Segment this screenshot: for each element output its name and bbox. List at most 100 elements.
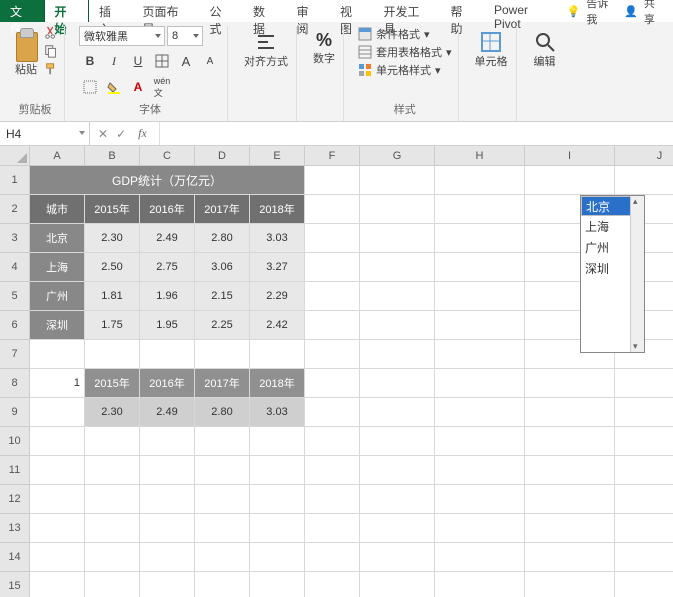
row-header[interactable]: 7: [0, 340, 30, 369]
cell[interactable]: 1.96: [140, 282, 195, 311]
cut-icon[interactable]: [44, 26, 58, 40]
cell[interactable]: [140, 485, 195, 514]
cell[interactable]: 2.29: [250, 282, 305, 311]
cell[interactable]: 2015年: [85, 369, 140, 398]
cell[interactable]: [435, 485, 525, 514]
tab-review[interactable]: 审阅: [287, 0, 331, 22]
paste-button[interactable]: 粘贴: [15, 64, 37, 77]
row-header[interactable]: 1: [0, 166, 30, 195]
cell[interactable]: 2.25: [195, 311, 250, 340]
cell[interactable]: [615, 485, 673, 514]
cell[interactable]: 深圳: [30, 311, 85, 340]
cell[interactable]: 2.75: [140, 253, 195, 282]
cell[interactable]: 2016年: [140, 195, 195, 224]
row-header[interactable]: 15: [0, 572, 30, 597]
cell[interactable]: [140, 572, 195, 597]
cell[interactable]: [30, 514, 85, 543]
cell[interactable]: [360, 572, 435, 597]
underline-button[interactable]: U: [127, 50, 149, 72]
row-header[interactable]: 10: [0, 427, 30, 456]
cell[interactable]: [435, 311, 525, 340]
tab-formulas[interactable]: 公式: [200, 0, 244, 22]
cell[interactable]: 2015年: [85, 195, 140, 224]
cell[interactable]: [435, 543, 525, 572]
column-header[interactable]: A: [30, 146, 85, 166]
tab-pivot[interactable]: Power Pivot: [484, 0, 567, 22]
cell[interactable]: [250, 543, 305, 572]
row-header[interactable]: 11: [0, 456, 30, 485]
cell[interactable]: [435, 195, 525, 224]
table-format-button[interactable]: 套用表格格式 ▾: [358, 44, 452, 60]
cell[interactable]: [140, 427, 195, 456]
cell[interactable]: [305, 456, 360, 485]
row-header[interactable]: 5: [0, 282, 30, 311]
row-headers[interactable]: 12345678910111213141516: [0, 166, 30, 597]
cell[interactable]: [250, 514, 305, 543]
tab-layout[interactable]: 页面布局: [133, 0, 200, 22]
cell[interactable]: [615, 514, 673, 543]
copy-icon[interactable]: [44, 44, 58, 58]
cell[interactable]: [250, 456, 305, 485]
worksheet-grid[interactable]: ABCDEFGHIJ 12345678910111213141516 GDP统计…: [0, 146, 673, 597]
cell[interactable]: [360, 514, 435, 543]
cell[interactable]: [305, 543, 360, 572]
tab-data[interactable]: 数据: [243, 0, 287, 22]
cell[interactable]: 3.03: [250, 398, 305, 427]
cell[interactable]: [615, 166, 673, 195]
cell[interactable]: 2017年: [195, 369, 250, 398]
cell[interactable]: GDP统计（万亿元）: [30, 166, 305, 195]
bold-button[interactable]: B: [79, 50, 101, 72]
cell[interactable]: [140, 543, 195, 572]
cell[interactable]: [195, 543, 250, 572]
cell[interactable]: [30, 485, 85, 514]
cell[interactable]: [195, 340, 250, 369]
cell[interactable]: 2018年: [250, 369, 305, 398]
row-header[interactable]: 13: [0, 514, 30, 543]
cells-button[interactable]: 单元格: [473, 26, 510, 73]
cell[interactable]: [435, 369, 525, 398]
cell[interactable]: [195, 514, 250, 543]
font-shrink-button[interactable]: A: [199, 50, 221, 72]
cell[interactable]: [250, 427, 305, 456]
column-header[interactable]: G: [360, 146, 435, 166]
cell[interactable]: [435, 572, 525, 597]
cell[interactable]: [525, 456, 615, 485]
tab-file[interactable]: 文件: [0, 0, 45, 22]
cell[interactable]: [360, 166, 435, 195]
row-header[interactable]: 9: [0, 398, 30, 427]
cell[interactable]: [85, 485, 140, 514]
cell[interactable]: [360, 311, 435, 340]
borders-dropdown[interactable]: [79, 76, 101, 98]
cancel-formula-icon[interactable]: ✕: [98, 127, 108, 141]
cell[interactable]: [435, 427, 525, 456]
cell[interactable]: [305, 253, 360, 282]
cell[interactable]: [305, 572, 360, 597]
cell[interactable]: [525, 398, 615, 427]
cell[interactable]: 2.49: [140, 398, 195, 427]
cell[interactable]: [435, 398, 525, 427]
cell[interactable]: 2.42: [250, 311, 305, 340]
column-header[interactable]: I: [525, 146, 615, 166]
tab-insert[interactable]: 插入: [89, 0, 133, 22]
cell[interactable]: [30, 543, 85, 572]
cell[interactable]: [305, 224, 360, 253]
cell[interactable]: [435, 282, 525, 311]
cell[interactable]: [30, 398, 85, 427]
cell[interactable]: 2.30: [85, 224, 140, 253]
enter-formula-icon[interactable]: ✓: [116, 127, 126, 141]
cell[interactable]: [30, 427, 85, 456]
cell[interactable]: [435, 166, 525, 195]
cell[interactable]: [360, 340, 435, 369]
cells-area[interactable]: GDP统计（万亿元）城市2015年2016年2017年2018年北京2.302.…: [30, 166, 673, 597]
column-header[interactable]: D: [195, 146, 250, 166]
cell[interactable]: 2.50: [85, 253, 140, 282]
cell[interactable]: 3.06: [195, 253, 250, 282]
cell[interactable]: 北京: [30, 224, 85, 253]
column-header[interactable]: E: [250, 146, 305, 166]
cell[interactable]: [85, 572, 140, 597]
fill-color-button[interactable]: [103, 76, 125, 98]
cell[interactable]: [435, 340, 525, 369]
cell[interactable]: [140, 514, 195, 543]
phonetic-button[interactable]: wén文: [151, 76, 173, 98]
format-painter-icon[interactable]: [44, 62, 58, 76]
